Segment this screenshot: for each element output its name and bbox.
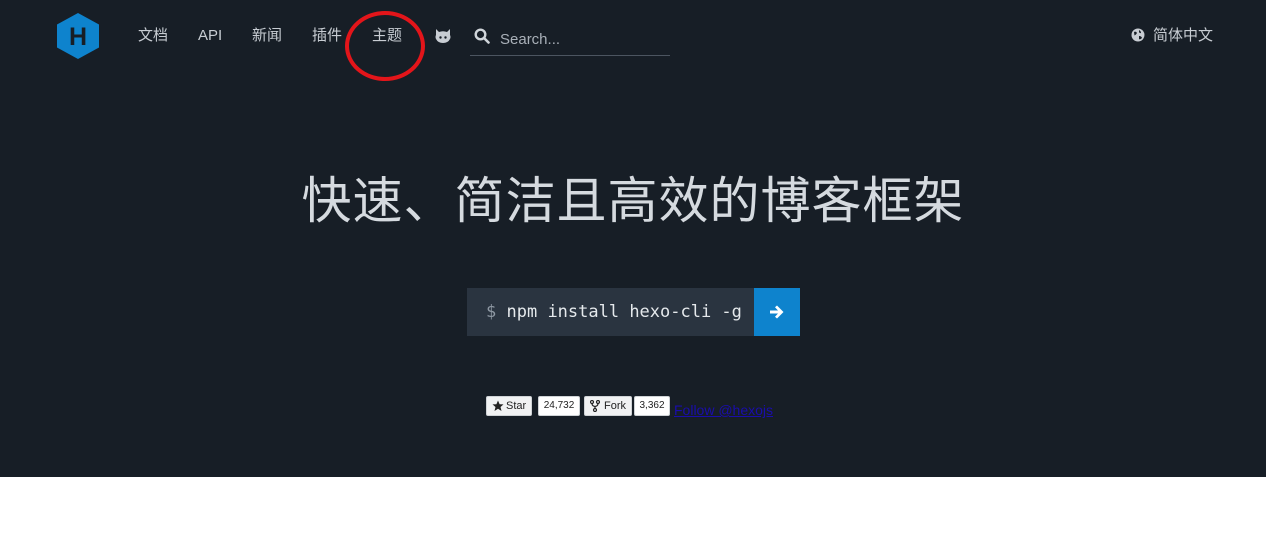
- github-fork-button[interactable]: Fork: [584, 396, 632, 416]
- arrow-right-icon: [770, 305, 784, 319]
- prompt-symbol: $: [486, 302, 497, 322]
- fork-label: Fork: [604, 400, 626, 412]
- hero-section: H 文档 API 新闻 插件 主题 简体中文 快速、简洁且高效的博客框架 $: [0, 0, 1266, 477]
- fork-icon: [590, 400, 600, 412]
- annotation-circle: [345, 11, 425, 81]
- language-label: 简体中文: [1153, 27, 1214, 44]
- search-input[interactable]: [500, 27, 665, 51]
- star-label: Star: [506, 400, 527, 412]
- star-icon: [492, 400, 504, 411]
- nav-news[interactable]: 新闻: [252, 26, 282, 46]
- follow-twitter-link[interactable]: Follow @hexojs: [674, 402, 773, 418]
- nav-docs[interactable]: 文档: [138, 26, 168, 46]
- github-star-button[interactable]: Star: [486, 396, 533, 416]
- search-icon: [474, 28, 490, 44]
- fork-count[interactable]: 3,362: [634, 396, 670, 416]
- globe-icon: [1131, 28, 1145, 42]
- install-command: npm install hexo-cli -g: [506, 302, 742, 322]
- search-box: [470, 24, 670, 56]
- install-command-box: $ npm install hexo-cli -g: [467, 288, 754, 336]
- nav-api[interactable]: API: [198, 26, 222, 46]
- logo-letter: H: [69, 23, 87, 51]
- github-icon[interactable]: [434, 27, 452, 45]
- hexo-logo[interactable]: H: [57, 13, 99, 59]
- star-count[interactable]: 24,732: [538, 396, 580, 416]
- hero-title: 快速、简洁且高效的博客框架: [301, 172, 965, 230]
- nav-plugins[interactable]: 插件: [312, 26, 342, 46]
- get-started-button[interactable]: [754, 288, 800, 336]
